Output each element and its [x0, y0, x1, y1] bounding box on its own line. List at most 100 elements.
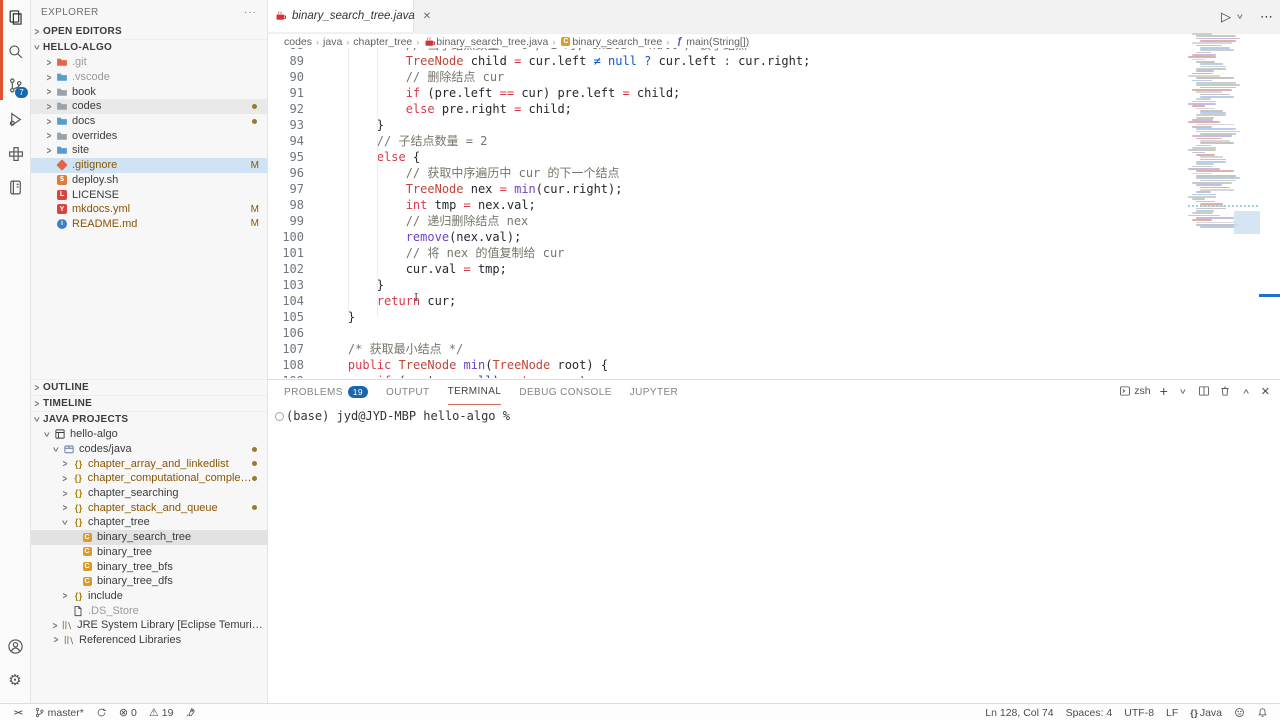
file-row-deploy-sh[interactable]: $deploy.sh: [31, 173, 267, 188]
minimap[interactable]: [1188, 33, 1259, 239]
kill-terminal-icon[interactable]: [1219, 385, 1231, 397]
status-error-icon[interactable]: ⊗0: [113, 704, 143, 720]
activity-notebook-icon[interactable]: [0, 170, 30, 204]
status-branch-icon[interactable]: master*: [28, 704, 90, 720]
section-outline[interactable]: >OUTLINE: [31, 379, 267, 395]
terminal-dropdown-icon[interactable]: >: [1177, 387, 1189, 396]
activity-run-debug-icon[interactable]: [0, 102, 30, 136]
new-terminal-icon[interactable]: +: [1160, 383, 1168, 399]
status-braces-small-icon[interactable]: { }Java: [1184, 704, 1228, 720]
status-text-0[interactable]: Ln 128, Col 74: [979, 704, 1059, 720]
java-tree-Referenced-Libraries[interactable]: >Referenced Libraries: [31, 633, 267, 648]
terminal-prompt[interactable]: (base) jyd@JYD-MBP hello-algo %: [286, 409, 510, 423]
java-file-icon: [274, 10, 288, 22]
java-tree--DS_Store[interactable]: .DS_Store: [31, 603, 267, 618]
file-row-overrides[interactable]: >overrides: [31, 128, 267, 143]
code-editor[interactable]: 88 // 当子结点数量 = 0 / 1 时, child = null / 该…: [268, 48, 1188, 378]
tree-label: codes/java: [79, 443, 132, 455]
code-text: // 将 nex 的值复制给 cur: [319, 245, 564, 261]
file-row-LICENSE[interactable]: LLICENSE: [31, 187, 267, 202]
file-row-docs[interactable]: >docs: [31, 114, 267, 129]
more-actions-icon[interactable]: ⋯: [1260, 9, 1274, 25]
tree-label: Referenced Libraries: [79, 634, 181, 646]
breadcrumb-item-2[interactable]: chapter_tree: [353, 36, 412, 48]
workspace-root-section[interactable]: > HELLO-ALGO: [31, 39, 267, 55]
file-row-mkdocs-yml[interactable]: Ymkdocs.ymlM: [31, 202, 267, 217]
panel-tab-debug-console[interactable]: DEBUG CONSOLE: [519, 380, 611, 404]
java-tree-binary_search_tree[interactable]: Cbinary_search_tree: [31, 530, 267, 545]
breadcrumb-label: java: [323, 36, 342, 48]
panel-tab-output[interactable]: OUTPUT: [386, 380, 430, 404]
panel-tab-jupyter[interactable]: JUPYTER: [630, 380, 678, 404]
java-tree-hello-algo[interactable]: >hello-algo: [31, 427, 267, 442]
activity-source-control-icon[interactable]: 7: [0, 68, 30, 102]
java-tree-JRE-System-Library-Eclipse-Tem[interactable]: >JRE System Library [Eclipse Temurin 17 …: [31, 618, 267, 633]
close-panel-icon[interactable]: ✕: [1261, 385, 1270, 398]
run-chevron-icon[interactable]: >: [1238, 12, 1246, 21]
section-timeline[interactable]: >TIMELINE: [31, 395, 267, 411]
java-tree-chapter_stack_and_queue[interactable]: >{ }chapter_stack_and_queue: [31, 500, 267, 515]
status-sync-icon[interactable]: [90, 704, 113, 720]
file-yml: Y: [55, 203, 69, 215]
split-terminal-icon[interactable]: [1198, 385, 1210, 397]
breadcrumb-item-5[interactable]: ƒmain(String[]): [673, 36, 749, 48]
activity-files-icon[interactable]: [0, 0, 30, 34]
status-warning-icon[interactable]: ⚠19: [143, 704, 180, 720]
run-icon[interactable]: ▷: [1221, 9, 1231, 25]
status-text-2[interactable]: UTF-8: [1118, 704, 1160, 720]
file-row--git[interactable]: >.git: [31, 55, 267, 70]
chevron-right-icon: >: [43, 115, 55, 127]
chevron-right-icon: >: [50, 619, 60, 631]
java-tree-binary_tree_bfs[interactable]: Cbinary_tree_bfs: [31, 559, 267, 574]
tab-close-icon[interactable]: ✕: [421, 10, 433, 23]
java-tree-chapter_searching[interactable]: >{ }chapter_searching: [31, 486, 267, 501]
open-editors-section[interactable]: > OPEN EDITORS: [31, 24, 267, 39]
sidebar-more-icon[interactable]: ···: [244, 7, 257, 18]
file-row-book[interactable]: >book: [31, 84, 267, 99]
java-tree-binary_tree_dfs[interactable]: Cbinary_tree_dfs: [31, 574, 267, 589]
overview-ruler[interactable]: [1259, 33, 1280, 379]
status-rocket-icon[interactable]: [179, 704, 202, 720]
java-tree-codes-java[interactable]: >codes/java: [31, 442, 267, 457]
java-tree-chapter_array_and_linkedlist[interactable]: >{ }chapter_array_and_linkedlist: [31, 456, 267, 471]
panel-tab-problems[interactable]: PROBLEMS19: [284, 380, 368, 404]
minimap-line: [1200, 87, 1236, 89]
file-row-README-md[interactable]: iREADME.mdM: [31, 217, 267, 232]
chevron-spacer: [43, 218, 55, 230]
activity-search-icon[interactable]: [0, 34, 30, 68]
line-number: 106: [268, 325, 319, 341]
file-row-site[interactable]: >site: [31, 143, 267, 158]
code-line-104: 104 return cur;: [268, 293, 1188, 309]
breadcrumb-item-3[interactable]: binary_search_tree.java: [423, 36, 548, 48]
terminal-box-icon[interactable]: zsh: [1119, 385, 1150, 397]
file-row--vscode[interactable]: >.vscode: [31, 70, 267, 85]
file-row--gitignore[interactable]: .gitignoreM: [31, 158, 267, 173]
minimap-line: [1192, 42, 1232, 44]
java-tree-chapter_tree[interactable]: >{ }chapter_tree: [31, 515, 267, 530]
activity-account-icon[interactable]: [0, 629, 30, 663]
status-feedback-icon[interactable]: [1228, 704, 1251, 720]
breadcrumb-item-1[interactable]: java: [323, 36, 342, 48]
breadcrumb-item-4[interactable]: Cbinary_search_tree: [559, 36, 662, 48]
java-tree-include[interactable]: >{ }include: [31, 589, 267, 604]
maximize-panel-icon[interactable]: >: [1240, 387, 1252, 396]
status-text-1[interactable]: Spaces: 4: [1060, 704, 1119, 720]
panel-tab-terminal[interactable]: TERMINAL: [448, 380, 502, 405]
chevron-right-icon: >: [43, 144, 55, 156]
breadcrumb-separator: ›: [552, 37, 555, 47]
status-remote-icon[interactable]: ><: [8, 704, 28, 720]
activity-settings-gear-icon[interactable]: ⚙: [0, 663, 30, 697]
java-tree-binary_tree[interactable]: Cbinary_tree: [31, 545, 267, 560]
breadcrumb-item-0[interactable]: codes: [284, 36, 312, 48]
status-text-3[interactable]: LF: [1160, 704, 1184, 720]
tab-binary-search-tree[interactable]: binary_search_tree.java ✕: [268, 0, 414, 32]
breadcrumb-separator: ›: [416, 37, 419, 47]
java-tree-chapter_computational_complexi[interactable]: >{ }chapter_computational_complexity: [31, 471, 267, 486]
chevron-right-icon: >: [31, 25, 43, 37]
activity-extensions-icon[interactable]: [0, 136, 30, 170]
section-java-projects[interactable]: >JAVA PROJECTS: [31, 411, 267, 427]
class-icon: C: [80, 531, 94, 543]
status-bell-icon[interactable]: [1251, 704, 1274, 720]
chevron-spacer: [68, 531, 80, 543]
file-row-codes[interactable]: >codes: [31, 99, 267, 114]
